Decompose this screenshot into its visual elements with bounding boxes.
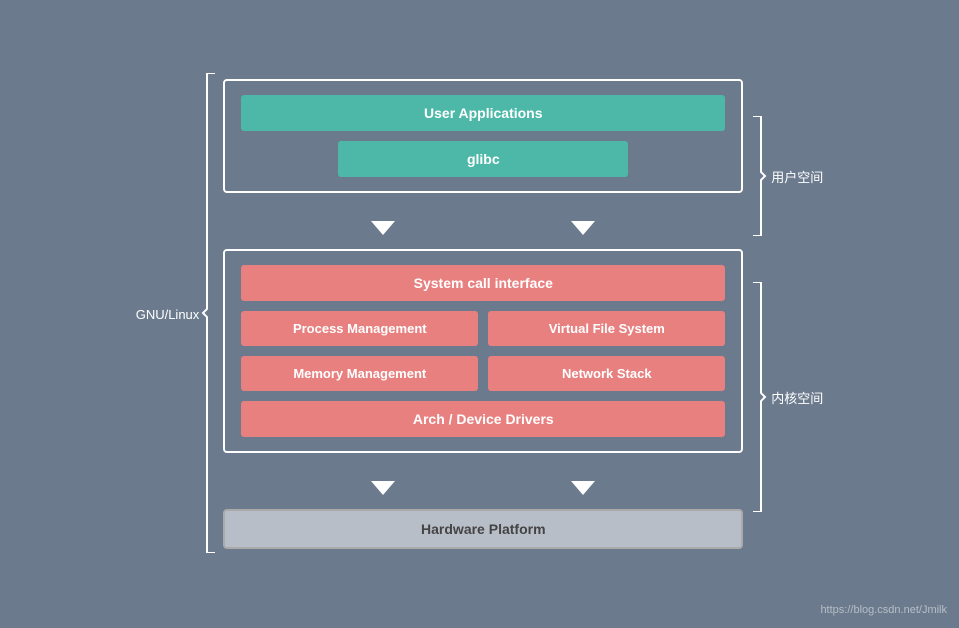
network-stack-block: Network Stack — [488, 356, 725, 391]
arrows-row-bottom — [223, 463, 743, 499]
watermark: https://blog.csdn.net/Jmilk — [820, 604, 947, 616]
row-memory-network: Memory Management Network Stack — [241, 356, 725, 391]
arrow-head — [371, 481, 395, 495]
hardware-platform-block: Hardware Platform — [223, 509, 743, 549]
user-applications-block: User Applications — [241, 95, 725, 131]
left-bracket — [201, 73, 219, 555]
syscall-block: System call interface — [241, 265, 725, 301]
gnu-linux-label: GNU/Linux — [136, 307, 200, 322]
kernel-space-label: 内核空间 — [771, 388, 823, 407]
glibc-block: glibc — [338, 141, 628, 177]
right-bracket-kernel — [749, 282, 767, 512]
kernel-space-label-group: 内核空间 — [749, 282, 823, 512]
arrow-head — [371, 221, 395, 235]
arrow-head — [571, 481, 595, 495]
virtual-fs-block: Virtual File System — [488, 311, 725, 346]
arrows-row — [223, 203, 743, 239]
spacer — [749, 236, 823, 282]
right-bracket-user — [749, 116, 767, 236]
process-mgmt-block: Process Management — [241, 311, 478, 346]
right-labels: 用户空间 内核空间 — [749, 116, 823, 512]
user-space-box: User Applications glibc — [223, 79, 743, 193]
arch-drivers-block: Arch / Device Drivers — [241, 401, 725, 437]
arrow-head — [571, 221, 595, 235]
user-space-label: 用户空间 — [771, 167, 823, 186]
gnu-linux-label-group: GNU/Linux — [136, 73, 220, 555]
memory-mgmt-block: Memory Management — [241, 356, 478, 391]
diagram-container: GNU/Linux User Applications glibc — [136, 73, 824, 555]
row-process-vfs: Process Management Virtual File System — [241, 311, 725, 346]
main-content-area: User Applications glibc System call inte… — [223, 79, 743, 549]
user-space-label-group: 用户空间 — [749, 116, 823, 236]
kernel-space-box: System call interface Process Management… — [223, 249, 743, 453]
